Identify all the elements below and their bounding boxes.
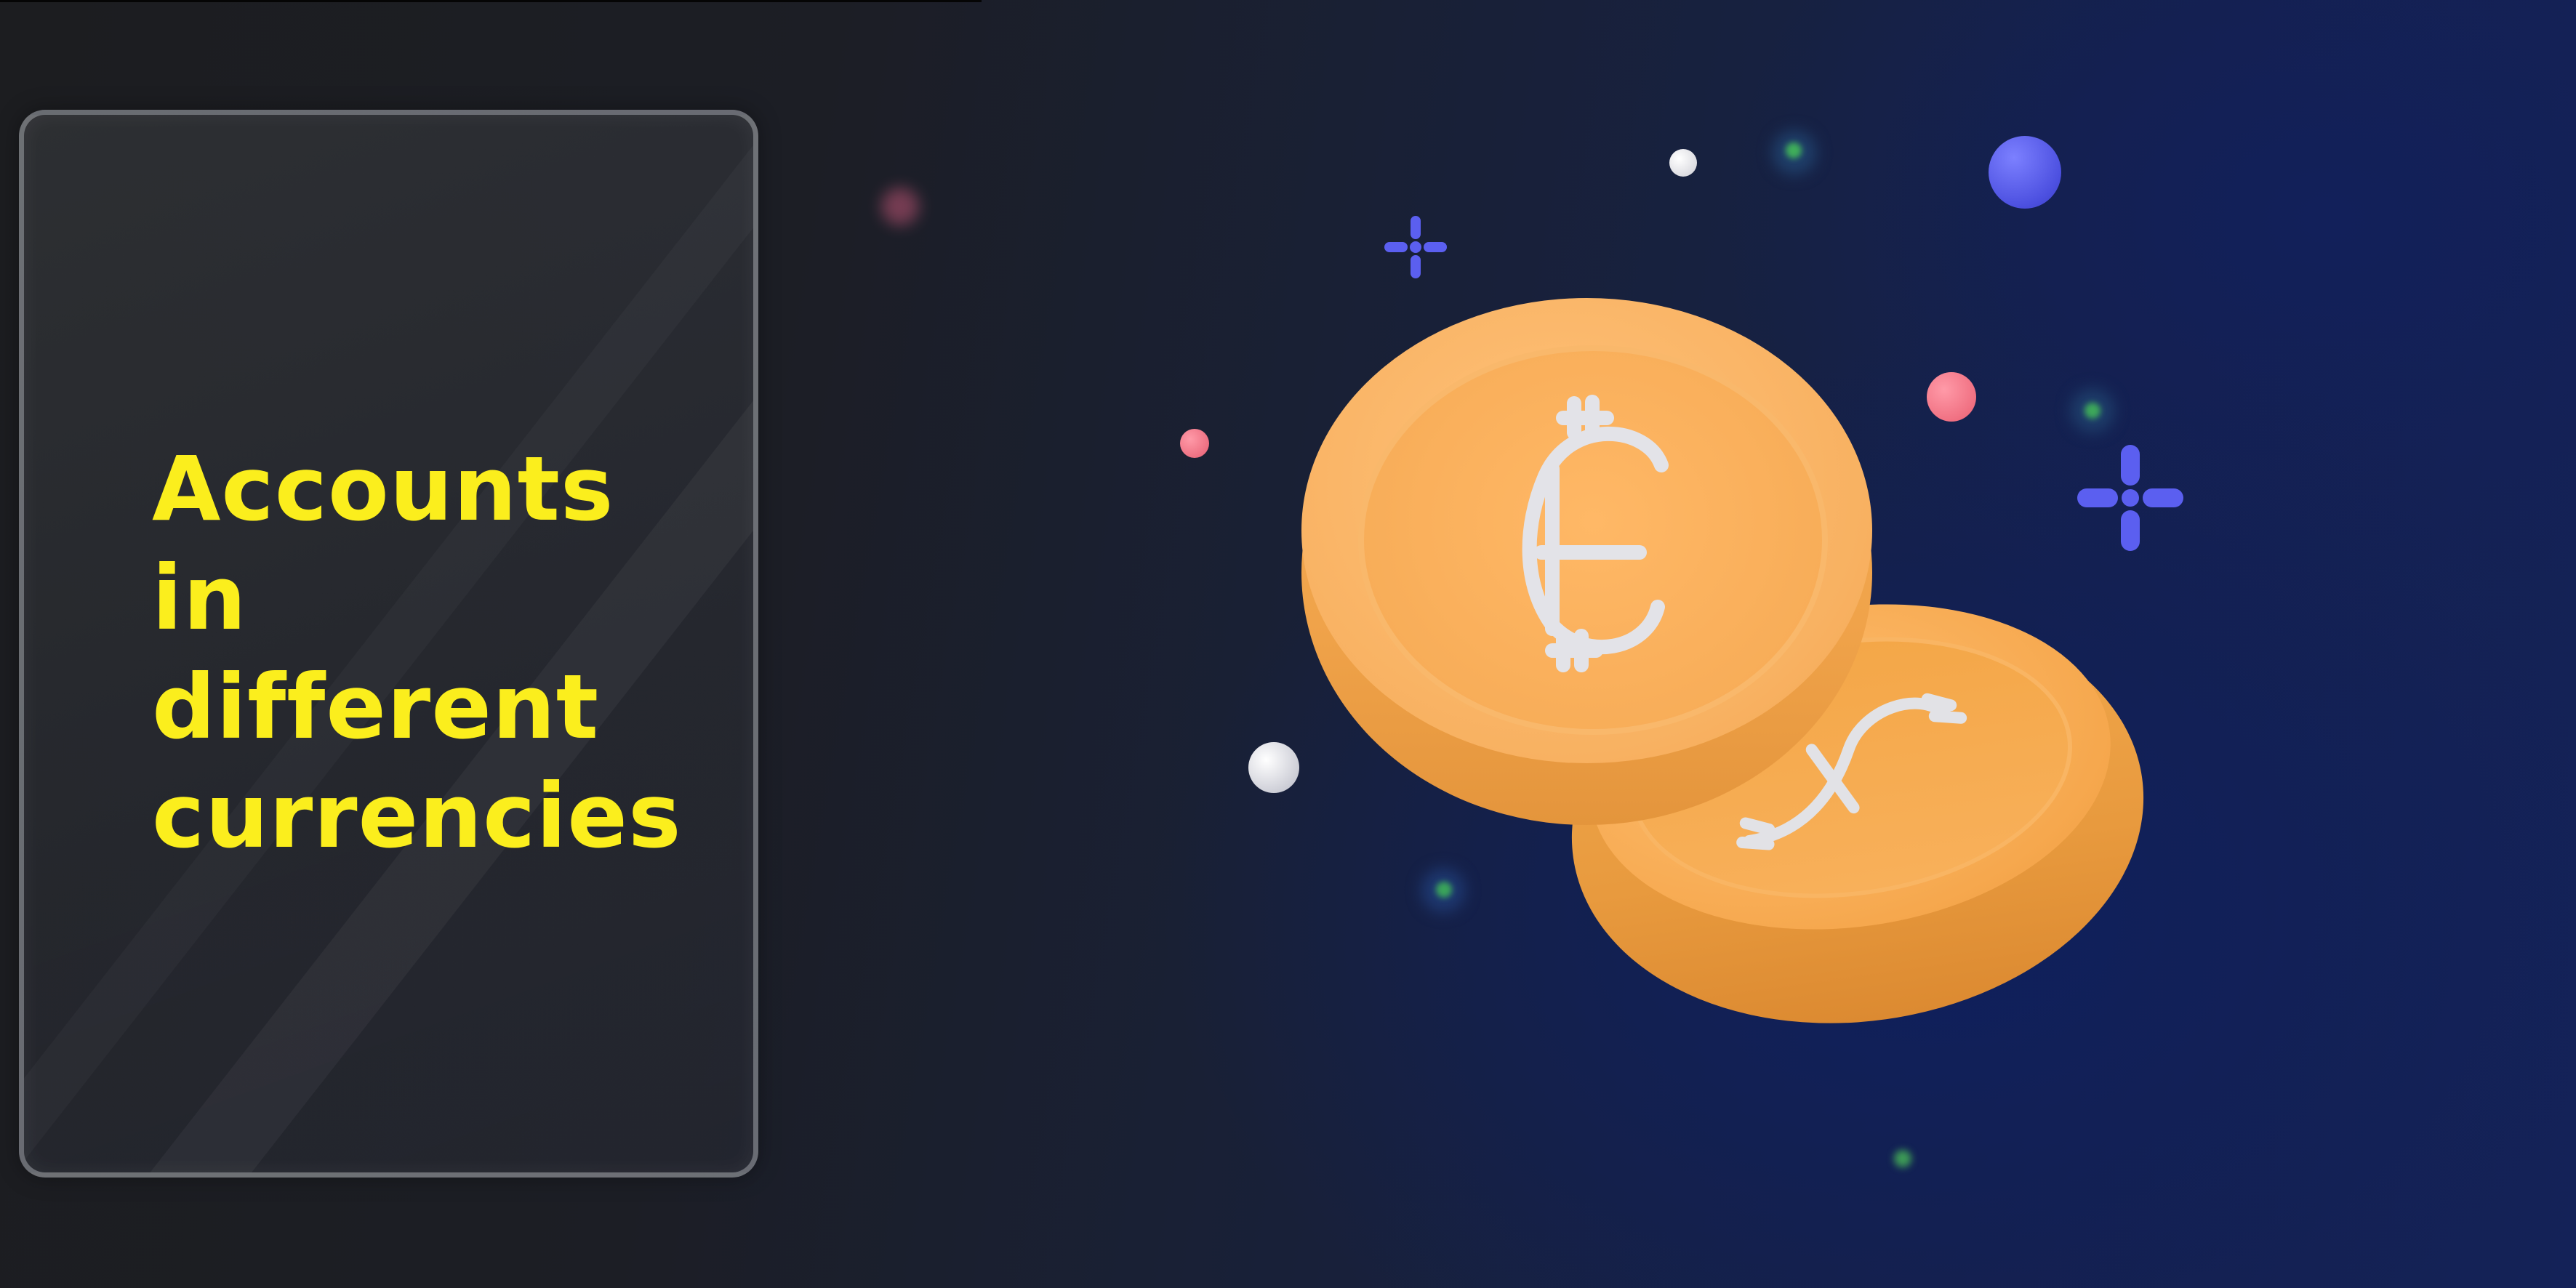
sparkle-icon <box>1384 216 1447 278</box>
pink-dot <box>1927 372 1976 422</box>
white-sphere <box>1248 742 1299 793</box>
green-dot <box>1786 142 1802 158</box>
blurred-pink-dot <box>881 188 919 225</box>
card-title-line-1: Accounts in <box>152 438 614 650</box>
sparkle-icon <box>2077 445 2183 551</box>
green-dot <box>1436 882 1452 898</box>
card-title-line-3: currencies <box>152 765 682 868</box>
green-dot <box>2085 403 2100 419</box>
pink-dot <box>1180 429 1209 458</box>
green-dot <box>1894 1150 1911 1167</box>
top-edge-line <box>0 0 982 2</box>
blue-sphere <box>1989 136 2061 209</box>
card-title: Accounts in different currencies <box>152 435 734 871</box>
card-title-line-2: different <box>152 656 600 759</box>
white-dot <box>1669 149 1697 177</box>
euro-symbol-icon <box>1522 395 1669 672</box>
info-card: Accounts in different currencies <box>19 110 758 1178</box>
